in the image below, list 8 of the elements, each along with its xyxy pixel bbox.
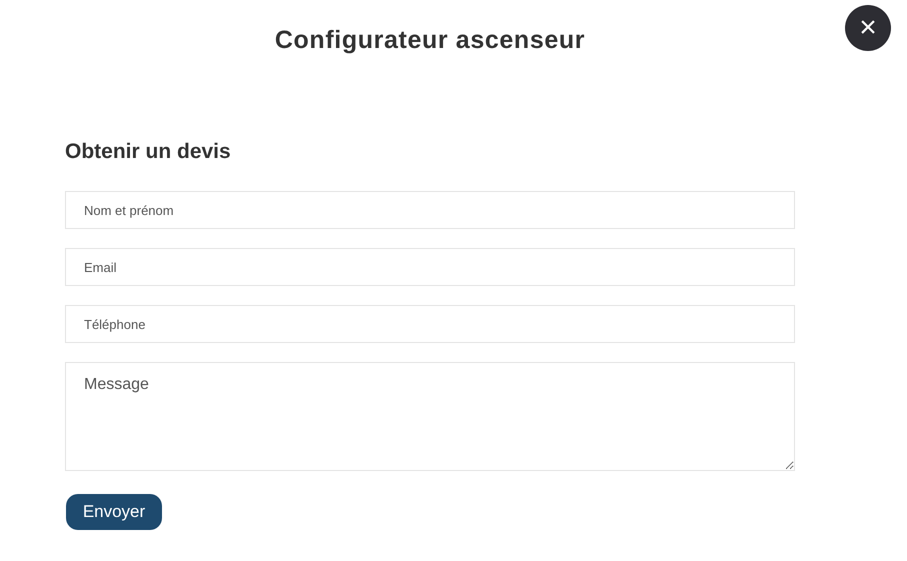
form-heading: Obtenir un devis bbox=[65, 138, 232, 164]
page-title: Configurateur ascenseur bbox=[274, 25, 586, 56]
message-field[interactable]: Message bbox=[65, 362, 795, 471]
input-field[interactable]: Téléphone bbox=[65, 305, 795, 343]
submit-button[interactable]: Envoyer bbox=[66, 494, 162, 530]
input-field[interactable]: Email bbox=[65, 248, 795, 286]
input-field[interactable]: Nom et prénom bbox=[65, 191, 795, 229]
close-button[interactable]: × bbox=[845, 5, 891, 51]
